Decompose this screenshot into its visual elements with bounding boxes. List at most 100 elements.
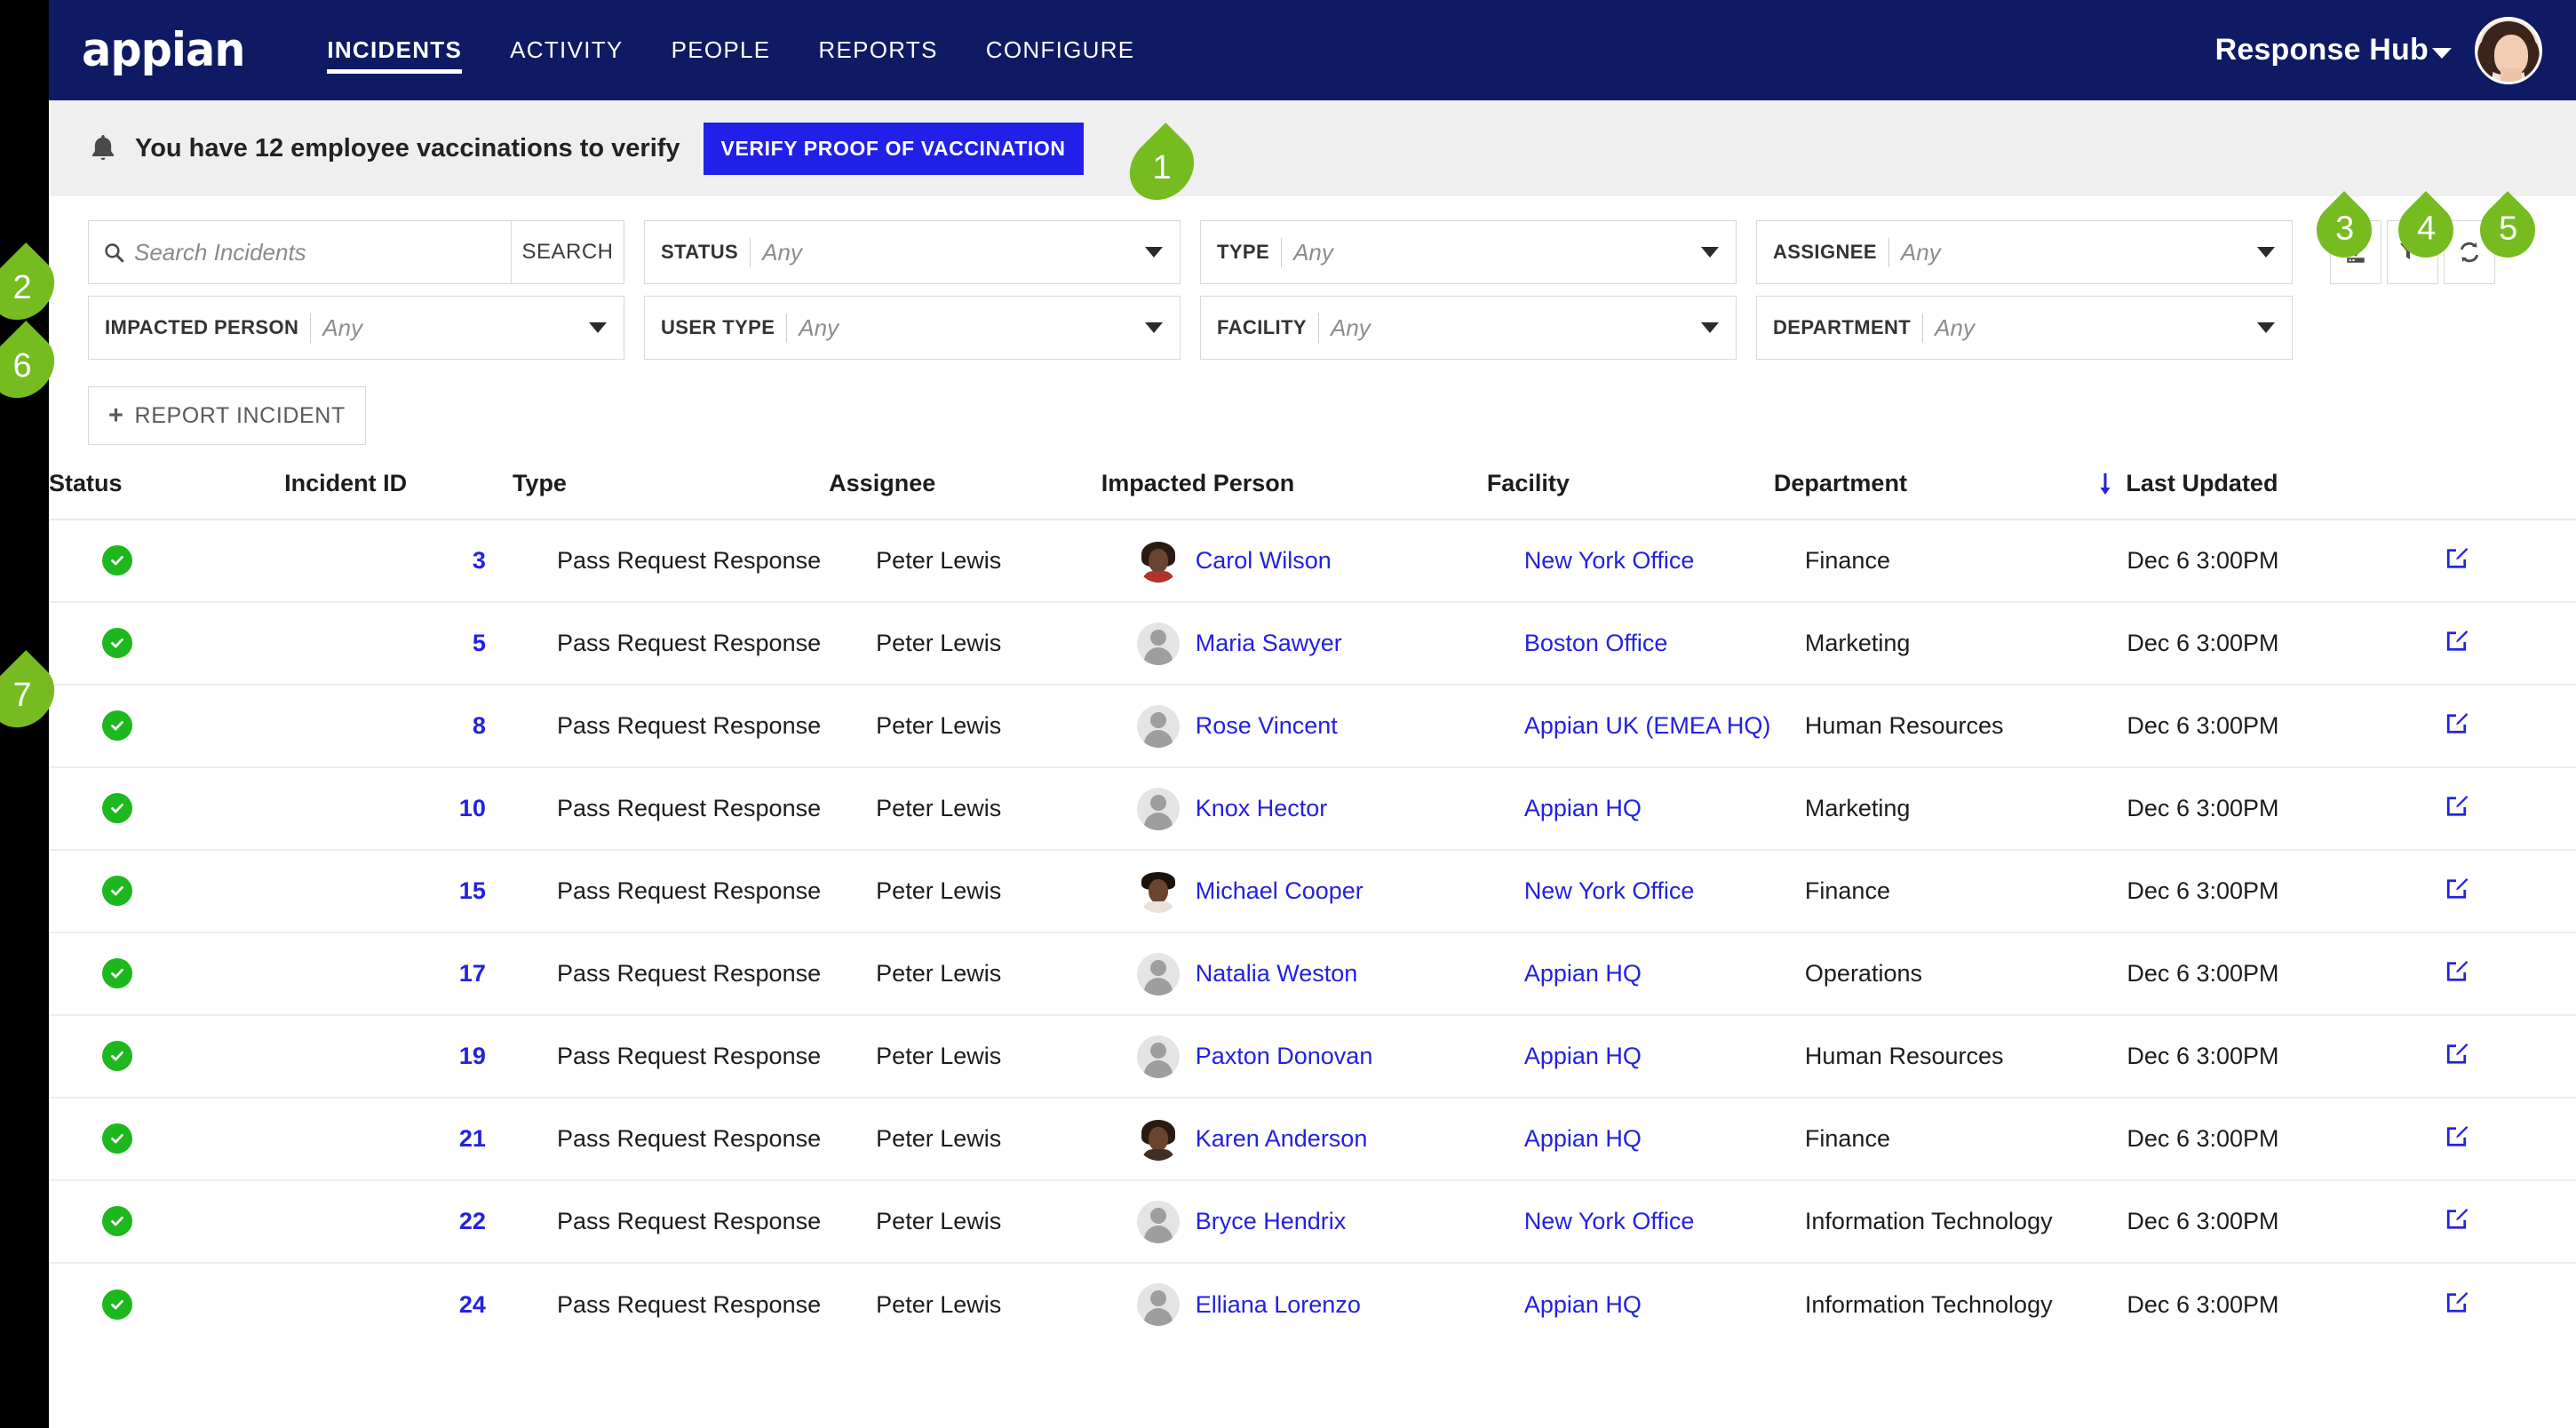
- cell-impacted-person: Maria Sawyer: [1101, 601, 1487, 685]
- cell-incident-id: 21: [284, 1097, 513, 1180]
- verify-proof-of-vaccination-button[interactable]: VERIFY PROOF OF VACCINATION: [703, 122, 1084, 175]
- filter-status[interactable]: STATUS Any: [644, 220, 1181, 284]
- cell-status: [49, 1097, 285, 1180]
- incident-id-link[interactable]: 21: [459, 1125, 486, 1152]
- user-avatar[interactable]: [2475, 16, 2542, 84]
- cell-facility: New York Office: [1486, 1179, 1774, 1263]
- facility-link[interactable]: New York Office: [1524, 1208, 1695, 1234]
- facility-link[interactable]: New York Office: [1524, 547, 1695, 574]
- cell-type: Pass Request Response: [512, 932, 830, 1015]
- plus-icon: +: [108, 401, 124, 430]
- facility-link[interactable]: New York Office: [1524, 877, 1695, 904]
- edit-icon[interactable]: [2444, 544, 2470, 571]
- cell-department: Operations: [1773, 932, 2098, 1015]
- incident-id-link[interactable]: 15: [459, 877, 486, 904]
- column-header-status[interactable]: Status: [49, 470, 284, 520]
- table-row[interactable]: 8 Pass Request Response Peter Lewis Rose Vi…: [49, 684, 2576, 767]
- cell-status: [49, 849, 285, 932]
- table-row[interactable]: 3 Pass Request Response Peter Lewis Carol W…: [49, 519, 2576, 602]
- impacted-person-link[interactable]: Michael Cooper: [1196, 877, 1364, 905]
- impacted-person-link[interactable]: Rose Vincent: [1196, 712, 1338, 740]
- table-row[interactable]: 10 Pass Request Response Peter Lewis Knox H…: [49, 766, 2576, 850]
- filter-assignee[interactable]: ASSIGNEE Any: [1756, 220, 2293, 284]
- facility-link[interactable]: Appian HQ: [1524, 1043, 1642, 1069]
- filter-impacted-person[interactable]: IMPACTED PERSON Any: [88, 296, 624, 360]
- incident-id-link[interactable]: 10: [459, 795, 486, 821]
- appian-logo[interactable]: appian: [82, 27, 245, 74]
- impacted-person-link[interactable]: Paxton Donovan: [1196, 1043, 1373, 1070]
- impacted-person-link[interactable]: Knox Hector: [1196, 795, 1328, 822]
- incident-id-link[interactable]: 17: [459, 960, 486, 987]
- vaccination-notification-banner: You have 12 employee vaccinations to ver…: [49, 100, 2576, 196]
- impacted-person-link[interactable]: Maria Sawyer: [1196, 630, 1342, 657]
- incident-id-link[interactable]: 5: [473, 630, 486, 656]
- cell-facility: Appian HQ: [1486, 1014, 1774, 1098]
- cell-last-updated: Dec 6 3:00PM: [2097, 1014, 2444, 1098]
- main-navigation: INCIDENTS ACTIVITY PEOPLE REPORTS CONFIG…: [303, 0, 1158, 100]
- column-header-incident-id[interactable]: Incident ID: [284, 470, 513, 520]
- incident-id-link[interactable]: 22: [459, 1208, 486, 1234]
- table-row[interactable]: 5 Pass Request Response Peter Lewis Maria S…: [49, 601, 2576, 685]
- filter-type[interactable]: TYPE Any: [1200, 220, 1737, 284]
- column-header-assignee[interactable]: Assignee: [829, 470, 1101, 520]
- impacted-person-link[interactable]: Natalia Weston: [1196, 960, 1358, 988]
- impacted-person-link[interactable]: Karen Anderson: [1196, 1125, 1368, 1153]
- status-complete-icon: [102, 1289, 132, 1320]
- facility-link[interactable]: Appian HQ: [1524, 1125, 1642, 1152]
- impacted-person-link[interactable]: Carol Wilson: [1196, 547, 1332, 575]
- impacted-person-link[interactable]: Elliana Lorenzo: [1196, 1291, 1361, 1319]
- table-row[interactable]: 22 Pass Request Response Peter Lewis Bryce …: [49, 1179, 2576, 1263]
- chevron-down-icon: [1145, 322, 1163, 333]
- cell-department: Human Resources: [1773, 684, 2098, 767]
- edit-icon[interactable]: [2444, 792, 2470, 819]
- edit-icon[interactable]: [2444, 875, 2470, 901]
- incident-id-link[interactable]: 3: [473, 547, 486, 574]
- cell-last-updated: Dec 6 3:00PM: [2097, 1097, 2444, 1180]
- table-row[interactable]: 21 Pass Request Response Peter Lewis Karen …: [49, 1097, 2576, 1180]
- column-header-last-updated[interactable]: Last Updated: [2097, 470, 2443, 520]
- hub-selector[interactable]: Response Hub: [2215, 33, 2452, 67]
- filter-department[interactable]: DEPARTMENT Any: [1756, 296, 2293, 360]
- impacted-person-link[interactable]: Bryce Hendrix: [1196, 1208, 1347, 1235]
- table-row[interactable]: 24 Pass Request Response Peter Lewis Ellian…: [49, 1262, 2576, 1345]
- search-input[interactable]: [134, 238, 497, 266]
- cell-assignee: Peter Lewis: [829, 601, 1101, 685]
- column-header-type[interactable]: Type: [513, 470, 829, 520]
- table-row[interactable]: 17 Pass Request Response Peter Lewis Natali…: [49, 932, 2576, 1015]
- edit-icon[interactable]: [2444, 1289, 2470, 1315]
- table-row[interactable]: 15 Pass Request Response Peter Lewis Michae…: [49, 849, 2576, 932]
- column-header-facility[interactable]: Facility: [1487, 470, 1774, 520]
- column-header-department[interactable]: Department: [1774, 470, 2098, 520]
- filter-facility[interactable]: FACILITY Any: [1200, 296, 1737, 360]
- search-button[interactable]: SEARCH: [511, 220, 624, 284]
- facility-link[interactable]: Appian UK (EMEA HQ): [1524, 712, 1771, 739]
- search-box[interactable]: [88, 220, 511, 284]
- facility-link[interactable]: Boston Office: [1524, 630, 1668, 656]
- bell-icon: [91, 135, 115, 161]
- filter-user-type[interactable]: USER TYPE Any: [644, 296, 1181, 360]
- edit-icon[interactable]: [2444, 1123, 2470, 1149]
- nav-tab-incidents[interactable]: INCIDENTS: [303, 0, 486, 100]
- facility-link[interactable]: Appian HQ: [1524, 1291, 1642, 1318]
- edit-icon[interactable]: [2444, 710, 2470, 736]
- cell-assignee: Peter Lewis: [829, 519, 1101, 602]
- table-row[interactable]: 19 Pass Request Response Peter Lewis Paxton…: [49, 1014, 2576, 1098]
- incident-id-link[interactable]: 19: [459, 1043, 486, 1069]
- edit-icon[interactable]: [2444, 627, 2470, 654]
- nav-tab-activity[interactable]: ACTIVITY: [486, 0, 647, 100]
- facility-link[interactable]: Appian HQ: [1524, 960, 1642, 987]
- nav-tab-people[interactable]: PEOPLE: [648, 0, 795, 100]
- report-incident-button[interactable]: + REPORT INCIDENT: [88, 386, 366, 445]
- incident-id-link[interactable]: 8: [473, 712, 486, 739]
- cell-actions: [2443, 766, 2576, 850]
- nav-tab-reports[interactable]: REPORTS: [794, 0, 961, 100]
- edit-icon[interactable]: [2444, 1040, 2470, 1067]
- column-header-impacted-person[interactable]: Impacted Person: [1101, 470, 1487, 520]
- edit-icon[interactable]: [2444, 1205, 2470, 1232]
- nav-tab-configure[interactable]: CONFIGURE: [962, 0, 1159, 100]
- edit-icon[interactable]: [2444, 957, 2470, 984]
- avatar: [1136, 869, 1180, 913]
- cell-last-updated: Dec 6 3:00PM: [2097, 1262, 2444, 1345]
- facility-link[interactable]: Appian HQ: [1524, 795, 1642, 821]
- incident-id-link[interactable]: 24: [459, 1291, 486, 1318]
